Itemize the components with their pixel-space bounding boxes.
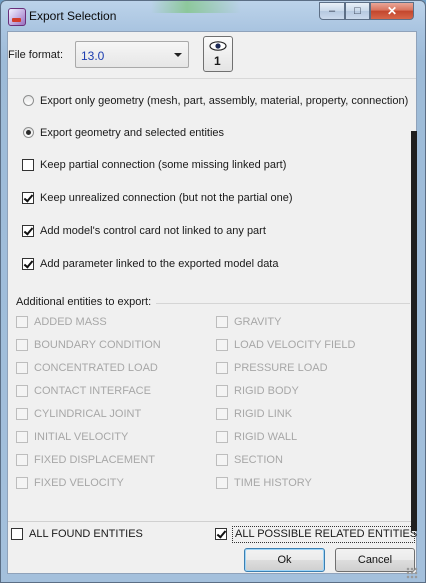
entity-label: CONTACT INTERFACE	[34, 385, 151, 397]
entity-checkbox-added-mass[interactable]	[16, 316, 28, 328]
checkbox-add-control-card[interactable]	[22, 225, 34, 237]
window-title: Export Selection	[29, 9, 117, 23]
background-decoration	[151, 1, 241, 13]
all-possible-related-entities-label: ALL POSSIBLE RELATED ENTITIES	[235, 528, 418, 540]
entity-checkbox-rigid-body[interactable]	[216, 385, 228, 397]
checkbox-all-found-entities[interactable]	[11, 528, 23, 540]
file-format-label: File format:	[8, 49, 64, 61]
entity-checkbox-fixed-displacement[interactable]	[16, 454, 28, 466]
maximize-button[interactable]: □	[345, 2, 370, 20]
entity-checkbox-load-velocity-field[interactable]	[216, 339, 228, 351]
entity-label: FIXED DISPLACEMENT	[34, 454, 156, 466]
entity-label: TIME HISTORY	[234, 477, 312, 489]
file-format-value: 13.0	[81, 49, 105, 63]
entity-label: CONCENTRATED LOAD	[34, 362, 158, 374]
divider	[8, 78, 416, 79]
app-icon	[8, 8, 26, 26]
entity-checkbox-concentrated-load[interactable]	[16, 362, 28, 374]
entity-label: FIXED VELOCITY	[34, 477, 124, 489]
entity-label: RIGID LINK	[234, 408, 293, 420]
export-selection-window: Export Selection – □ ✕ File format: 13.0…	[0, 0, 426, 583]
entity-checkbox-boundary-condition[interactable]	[16, 339, 28, 351]
ok-button[interactable]: Ok	[244, 548, 325, 572]
entity-label: ADDED MASS	[34, 316, 107, 328]
file-format-dropdown[interactable]: 13.0	[75, 41, 189, 68]
dialog-body: File format: 13.0 1 Export only geometry…	[7, 31, 417, 574]
all-found-entities-label: ALL FOUND ENTITIES	[29, 528, 143, 540]
entity-label: SECTION	[234, 454, 283, 466]
entity-checkbox-time-history[interactable]	[216, 477, 228, 489]
entity-label: BOUNDARY CONDITION	[34, 339, 161, 351]
entity-checkbox-initial-velocity[interactable]	[16, 431, 28, 443]
chevron-down-icon	[174, 53, 182, 57]
entity-label: GRAVITY	[234, 316, 282, 328]
entity-label: LOAD VELOCITY FIELD	[234, 339, 356, 351]
entity-checkbox-rigid-link[interactable]	[216, 408, 228, 420]
resize-grip[interactable]	[406, 567, 418, 579]
radio-export-geometry-only[interactable]	[23, 95, 34, 106]
checkbox-keep-partial-connection[interactable]	[22, 159, 34, 171]
group-divider	[156, 303, 410, 304]
additional-entities-title: Additional entities to export:	[16, 296, 152, 308]
entity-label: RIGID WALL	[234, 431, 298, 443]
minimize-button[interactable]: –	[319, 2, 345, 20]
entity-checkbox-cylindrical-joint[interactable]	[16, 408, 28, 420]
checkbox-add-parameter[interactable]	[22, 258, 34, 270]
entity-label: PRESSURE LOAD	[234, 362, 328, 374]
checkbox-label: Add parameter linked to the exported mod…	[40, 258, 279, 270]
eye-icon	[209, 41, 227, 51]
entity-checkbox-rigid-wall[interactable]	[216, 431, 228, 443]
entity-checkbox-section[interactable]	[216, 454, 228, 466]
background-scrollbar	[411, 131, 417, 531]
cancel-button[interactable]: Cancel	[335, 548, 415, 572]
radio-label-geometry-and-selected: Export geometry and selected entities	[40, 127, 225, 139]
divider	[8, 521, 416, 522]
checkbox-all-possible-related-entities[interactable]	[215, 528, 227, 540]
title-bar[interactable]: Export Selection – □ ✕	[1, 1, 425, 31]
entity-label: CYLINDRICAL JOINT	[34, 408, 142, 420]
checkbox-label: Keep unrealized connection (but not the …	[40, 192, 293, 204]
entity-checkbox-fixed-velocity[interactable]	[16, 477, 28, 489]
entity-checkbox-pressure-load[interactable]	[216, 362, 228, 374]
checkbox-label: Keep partial connection (some missing li…	[40, 159, 287, 171]
entity-label: INITIAL VELOCITY	[34, 431, 129, 443]
entity-checkbox-gravity[interactable]	[216, 316, 228, 328]
radio-label-geometry-only: Export only geometry (mesh, part, assemb…	[40, 95, 409, 107]
checkbox-keep-unrealized-connection[interactable]	[22, 192, 34, 204]
view-version-button[interactable]: 1	[203, 36, 233, 72]
radio-export-geometry-and-selected[interactable]	[23, 127, 34, 138]
entity-label: RIGID BODY	[234, 385, 299, 397]
checkbox-label: Add model's control card not linked to a…	[40, 225, 266, 237]
entity-checkbox-contact-interface[interactable]	[16, 385, 28, 397]
view-button-number: 1	[214, 54, 221, 68]
close-button[interactable]: ✕	[370, 2, 414, 20]
